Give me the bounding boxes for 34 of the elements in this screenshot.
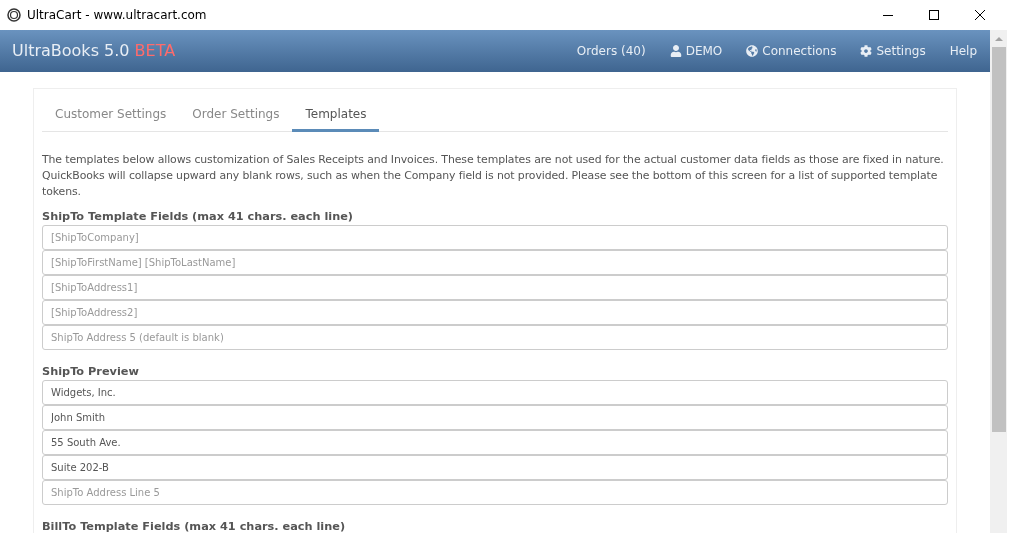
- text-field[interactable]: [ShipToAddress2]: [42, 300, 948, 325]
- section-heading: ShipTo Template Fields (max 41 chars. each line): [42, 209, 354, 225]
- text-field[interactable]: ShipTo Address 5 (default is blank): [42, 325, 948, 350]
- text-field[interactable]: John Smith: [42, 405, 948, 430]
- settings-icon: [860, 45, 873, 57]
- text-field[interactable]: [ShipToCompany]: [42, 225, 948, 250]
- tab[interactable]: Order Settings: [179, 99, 293, 132]
- window-title: UltraCart - www.ultracart.com: [27, 7, 207, 24]
- close-icon: [975, 10, 985, 20]
- text-field[interactable]: Widgets, Inc.: [42, 380, 948, 405]
- text-field[interactable]: [ShipToAddress1]: [42, 275, 948, 300]
- scroll-up-icon: [994, 37, 1003, 41]
- app-logo-icon: [7, 8, 21, 22]
- text-field[interactable]: Suite 202-B: [42, 455, 948, 480]
- intro-text: The templates below allows customization of Sales Receipts and Invoices. These templates are not used for the actual customer data fields as those are fixed in nature. QuickBooks will collapse upward any blank rows, such as when the Company field is not provided. Please see the bottom of this screen for a list of supported template tokens.: [42, 152, 945, 200]
- nav-link[interactable]: Help: [949, 42, 977, 60]
- section-heading: ShipTo Preview: [42, 364, 140, 380]
- maximize-icon: [929, 10, 939, 20]
- tab[interactable]: Templates: [292, 99, 380, 132]
- tab[interactable]: Customer Settings: [42, 99, 180, 132]
- nav-link[interactable]: Connections: [746, 42, 837, 60]
- nav-link[interactable]: Settings: [860, 42, 926, 60]
- scrollbar[interactable]: [990, 30, 1007, 533]
- scrollbar-thumb[interactable]: [991, 47, 1006, 432]
- nav-link[interactable]: Orders (40): [576, 42, 646, 60]
- globe-icon: [746, 45, 759, 57]
- app-brand[interactable]: UltraBooks 5.0 BETA: [12, 39, 176, 63]
- minimize-icon: [883, 14, 893, 16]
- text-field[interactable]: ShipTo Address Line 5: [42, 480, 948, 505]
- nav-link[interactable]: DEMO: [669, 42, 723, 60]
- user-icon: [669, 45, 682, 57]
- section-heading: BillTo Template Fields (max 41 chars. each line): [42, 519, 347, 533]
- text-field[interactable]: 55 South Ave.: [42, 430, 948, 455]
- text-field[interactable]: [ShipToFirstName] [ShipToLastName]: [42, 250, 948, 275]
